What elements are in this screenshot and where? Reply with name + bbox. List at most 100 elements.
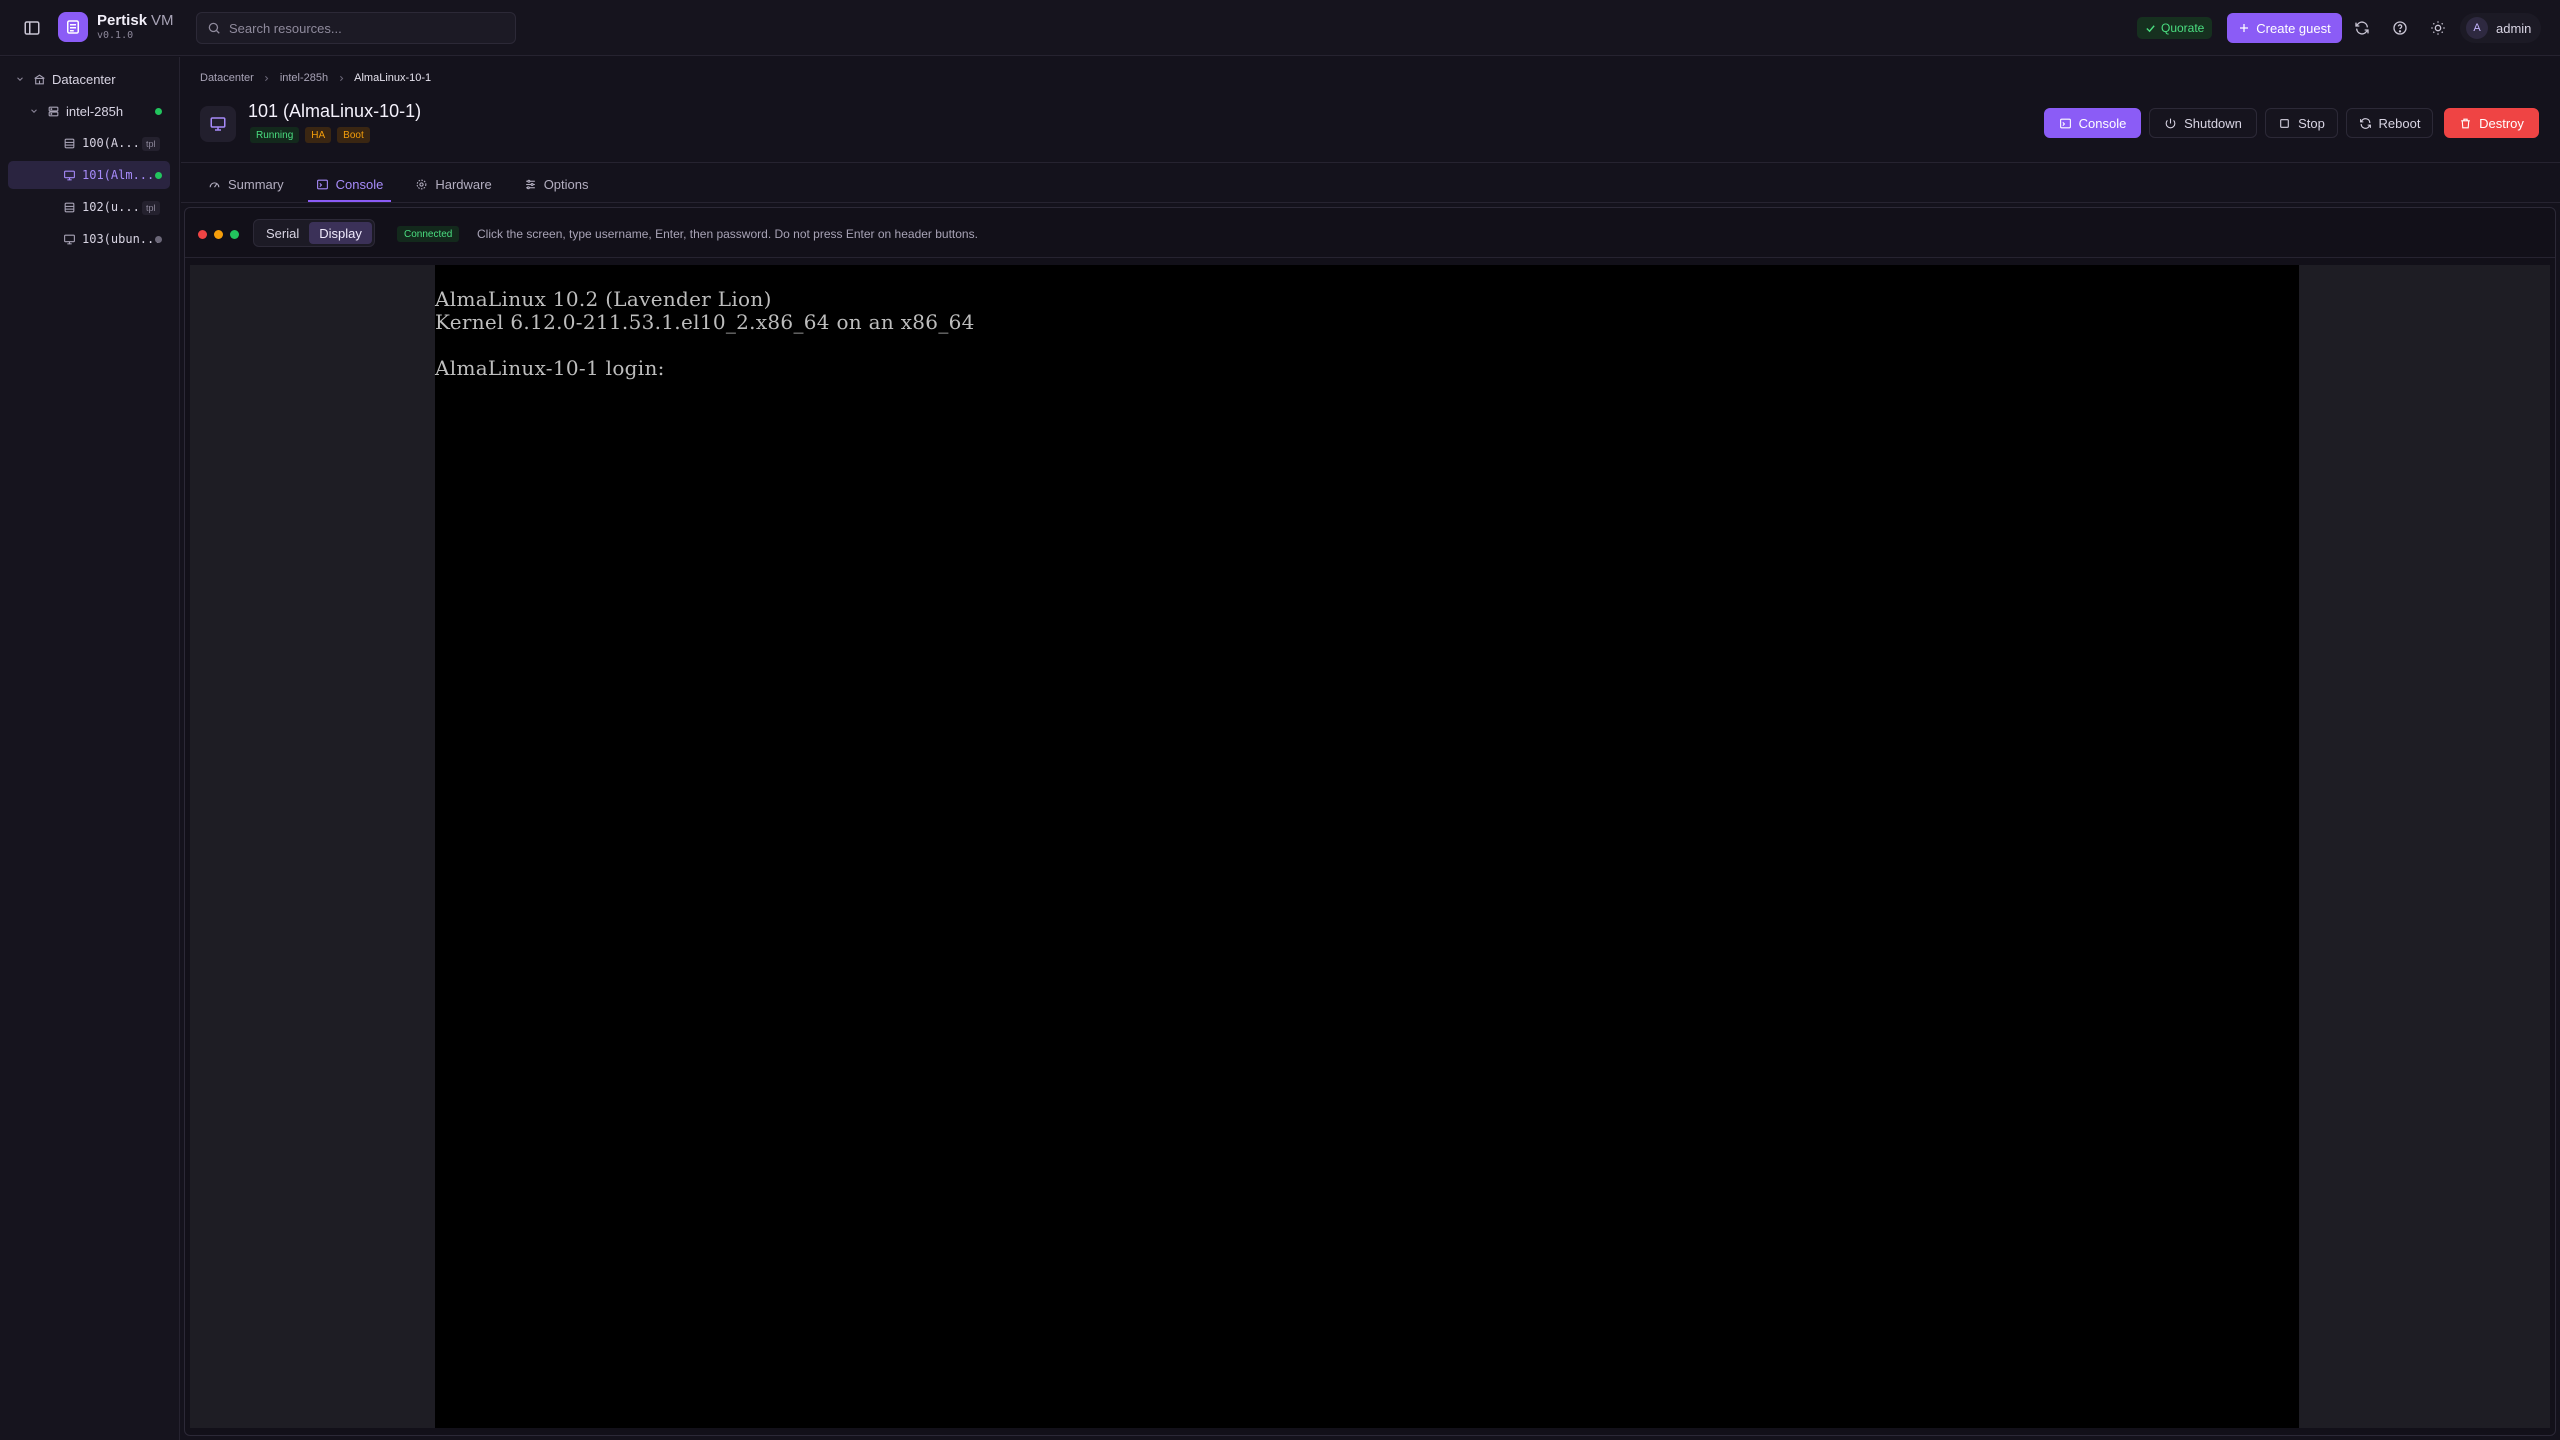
datacenter-icon (32, 72, 46, 86)
template-badge: tpl (142, 201, 160, 215)
refresh-icon[interactable] (2350, 16, 2374, 40)
app-logo-icon[interactable] (58, 12, 88, 42)
tree-label-guest: 101(Alm... (82, 168, 155, 182)
window-dot-yellow (214, 230, 223, 239)
template-icon (62, 200, 76, 214)
app-name-suffix: VM (151, 12, 174, 29)
sidebar-toggle-icon[interactable] (20, 16, 44, 40)
avatar: A (2466, 17, 2488, 39)
tabs-divider (181, 202, 2560, 203)
search-box[interactable] (196, 12, 516, 44)
create-guest-label: Create guest (2256, 20, 2331, 36)
sidebar: Datacenter intel-285h 100(A... tpl 101(A… (0, 57, 180, 1440)
tree-item-node[interactable]: intel-285h (28, 97, 168, 125)
page-title: 101 (AlmaLinux-10-1) (248, 101, 422, 121)
monitor-icon (62, 168, 76, 182)
connection-status-badge: Connected (397, 226, 460, 242)
guest-status-dot (155, 236, 162, 243)
vm-display-screen[interactable]: AlmaLinux 10.2 (Lavender Lion) Kernel 6.… (435, 265, 2299, 1428)
stop-button-label: Stop (2298, 115, 2325, 131)
console-hint: Click the screen, type username, Enter, … (477, 227, 978, 241)
user-menu[interactable]: A admin (2460, 13, 2542, 43)
ha-badge: HA (305, 127, 332, 143)
tree-label-guest: 102(u... (82, 200, 140, 214)
terminal-line: AlmaLinux 10.2 (Lavender Lion) (435, 287, 772, 311)
breadcrumb-item[interactable]: Datacenter (200, 72, 254, 84)
search-input[interactable] (229, 20, 499, 36)
plus-icon (2238, 22, 2250, 34)
terminal-line: Kernel 6.12.0-211.53.1.el10_2.x86_64 on … (435, 310, 975, 334)
window-dot-green (230, 230, 239, 239)
template-badge: tpl (142, 137, 160, 151)
user-name: admin (2496, 20, 2532, 36)
tab-label: Summary (228, 176, 284, 192)
console-toolbar: Serial Display Connected Click the scree… (185, 208, 2555, 258)
stop-button[interactable]: Stop (2265, 108, 2338, 138)
power-icon (2164, 117, 2177, 130)
server-icon (46, 104, 60, 118)
vm-badges: Running HA Boot (250, 127, 370, 143)
refresh-icon (2359, 117, 2372, 130)
tab-summary[interactable]: Summary (200, 166, 292, 202)
tab-label: Hardware (435, 176, 492, 192)
terminal-icon (2059, 117, 2072, 130)
serial-mode-button[interactable]: Serial (256, 222, 309, 244)
console-mode-switch: Serial Display (253, 219, 375, 247)
tree-label-datacenter: Datacenter (52, 71, 116, 87)
monitor-icon (62, 232, 76, 246)
node-status-dot (155, 108, 162, 115)
stop-icon (2278, 117, 2291, 130)
template-icon (62, 136, 76, 150)
console-button[interactable]: Console (2044, 108, 2141, 138)
tree-label-guest: 100(A... (82, 136, 140, 150)
shutdown-button[interactable]: Shutdown (2149, 108, 2257, 138)
status-badge: Running (250, 127, 300, 143)
tree-label-node: intel-285h (66, 103, 124, 119)
terminal-icon (316, 178, 329, 191)
vm-monitor-icon (200, 106, 236, 142)
trash-icon (2459, 117, 2472, 130)
breadcrumb-current: AlmaLinux-10-1 (354, 72, 432, 84)
app-version: v0.1.0 (97, 30, 134, 41)
help-icon[interactable] (2388, 16, 2412, 40)
sun-icon[interactable] (2426, 16, 2450, 40)
reboot-button[interactable]: Reboot (2346, 108, 2433, 138)
tree-item-datacenter[interactable]: Datacenter (14, 65, 174, 93)
boot-badge: Boot (337, 127, 370, 143)
search-icon (207, 21, 221, 35)
window-dot-red (198, 230, 207, 239)
tree-label-guest: 103(ubun... (82, 232, 162, 246)
shutdown-button-label: Shutdown (2184, 115, 2242, 131)
chevron-right-icon (336, 73, 346, 83)
tab-label: Console (335, 176, 384, 192)
gauge-icon (208, 178, 221, 191)
tab-hardware[interactable]: Hardware (407, 166, 499, 202)
sliders-icon (524, 178, 537, 191)
tab-bar: Summary Console Hardware Options (200, 166, 613, 202)
tree-item-guest-103[interactable]: 103(ubun... (62, 225, 162, 253)
app-name-main: Pertisk (97, 12, 148, 29)
chevron-down-icon[interactable] (28, 105, 40, 117)
reboot-button-label: Reboot (2378, 115, 2421, 131)
console-button-label: Console (2078, 115, 2127, 131)
tab-label: Options (543, 176, 589, 192)
display-mode-button[interactable]: Display (309, 222, 372, 244)
header-divider (181, 162, 2560, 163)
tab-options[interactable]: Options (516, 166, 597, 202)
cog-icon (415, 178, 428, 191)
breadcrumb-item[interactable]: intel-285h (280, 72, 328, 84)
create-guest-button[interactable]: Create guest (2227, 13, 2342, 43)
check-icon (2145, 23, 2156, 34)
destroy-button[interactable]: Destroy (2444, 108, 2539, 138)
quorate-badge: Quorate (2137, 17, 2213, 39)
tree-item-guest-101[interactable]: 101(Alm... (8, 161, 170, 189)
tab-console[interactable]: Console (307, 166, 392, 202)
console-screen-frame: AlmaLinux 10.2 (Lavender Lion) Kernel 6.… (190, 265, 2550, 1428)
top-bar: PertiskVM v0.1.0 Quorate Create guest A … (0, 0, 2560, 56)
chevron-down-icon[interactable] (14, 73, 26, 85)
breadcrumb: Datacenter intel-285h AlmaLinux-10-1 (200, 72, 431, 84)
console-panel: Serial Display Connected Click the scree… (184, 207, 2556, 1436)
chevron-right-icon (262, 73, 272, 83)
app-name: Pertisk VM (97, 12, 174, 29)
guest-status-dot (155, 172, 162, 179)
